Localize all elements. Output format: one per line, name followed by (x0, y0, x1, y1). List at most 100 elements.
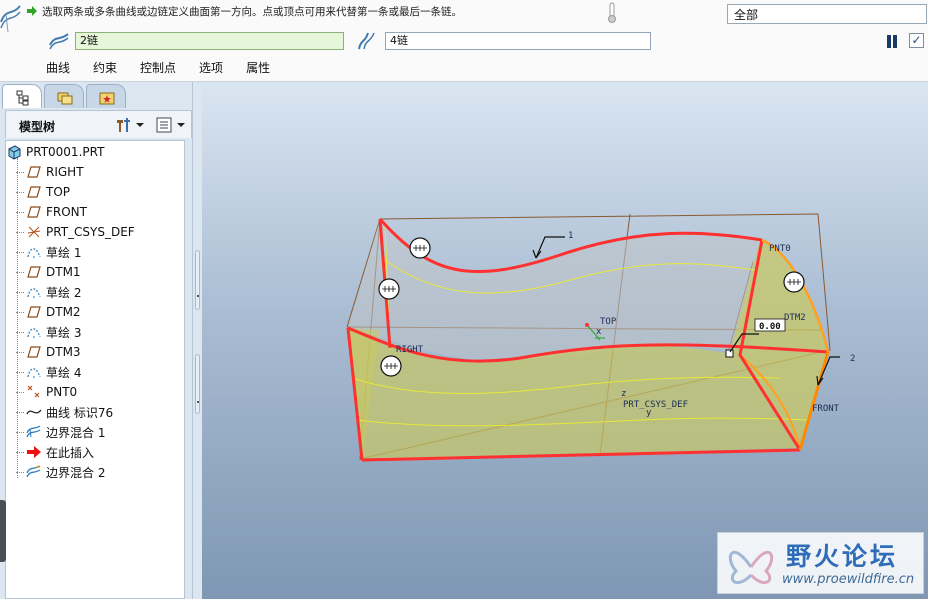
tree-item-label: 边界混合 2 (46, 465, 106, 480)
tree-show-icon[interactable] (154, 116, 190, 134)
tree-connector (16, 412, 24, 413)
second-direction-icon[interactable] (356, 31, 378, 51)
splitter-dot (197, 401, 199, 403)
datum-plane-icon (27, 306, 41, 318)
tree-item[interactable]: PRT_CSYS_DEF (26, 222, 135, 242)
tree-connector (16, 312, 24, 313)
splitter-grip-bottom[interactable] (195, 354, 200, 414)
tree-item[interactable]: 在此插入 (26, 442, 94, 462)
tree-item-label: PRT0001.PRT (26, 145, 105, 159)
tree-item[interactable]: DTM2 (26, 302, 81, 322)
chain-label-2: 2 (850, 354, 855, 364)
tree-connector (16, 372, 24, 373)
datum-point-icon (27, 385, 40, 398)
tree-connector (17, 158, 18, 478)
part-icon (8, 145, 21, 160)
tree-settings-tools-icon[interactable] (114, 116, 146, 134)
csys-z-label: z (621, 389, 626, 399)
model-viewport[interactable]: 1 2 PNT0 DTM2 TOP RIGHT FRONT PRT_CSYS_D… (202, 82, 928, 599)
right-label: RIGHT (396, 345, 424, 355)
tree-item-label: DTM3 (46, 345, 81, 359)
side-handle[interactable] (0, 500, 6, 562)
feature-dashboard: 选取两条或多条曲线或边链定义曲面第一方向。点或顶点可用来代替第一条或最后一条链。… (0, 0, 928, 82)
butterfly-logo (728, 550, 774, 585)
favorites-icon (99, 92, 115, 105)
tree-item[interactable]: 草绘 2 (26, 282, 81, 302)
navigator-tabs (2, 84, 128, 108)
tab-favorites[interactable] (86, 84, 126, 108)
sketch-icon (27, 248, 41, 258)
tree-item-label: 曲线 标识76 (46, 405, 114, 420)
second-direction-collector[interactable]: 4链 (385, 32, 651, 50)
pnt0-label: PNT0 (769, 244, 791, 254)
datum-plane-icon (27, 346, 41, 358)
tree-item[interactable]: 边界混合 1 (26, 422, 105, 442)
tree-item-label: PRT_CSYS_DEF (46, 225, 135, 239)
tree-item-label: 草绘 4 (46, 365, 82, 380)
datum-plane-icon (27, 166, 41, 178)
prompt-arrow-icon (27, 6, 37, 16)
tree-connector (16, 352, 24, 353)
tree-item-label: FRONT (46, 205, 87, 219)
chain-label-1: 1 (568, 231, 573, 241)
tree-connector (16, 192, 24, 193)
datum-plane-icon (27, 186, 41, 198)
tree-item-label: PNT0 (46, 385, 78, 399)
tree-item[interactable]: FRONT (26, 202, 87, 222)
ok-checkmark-icon[interactable]: ✓ (909, 33, 924, 48)
tree-item[interactable]: 草绘 1 (26, 242, 81, 262)
tree-item[interactable]: DTM3 (26, 342, 81, 362)
tree-item-label: RIGHT (46, 165, 84, 179)
tab-curves[interactable]: 曲线 (46, 59, 70, 76)
tree-item[interactable]: 草绘 4 (26, 362, 81, 382)
sketch-icon (27, 328, 41, 338)
dimension-value[interactable]: 0.00 (759, 322, 781, 332)
dashboard-tabs: 曲线 约束 控制点 选项 属性 (46, 59, 293, 76)
tab-options[interactable]: 选项 (199, 59, 223, 76)
pause-icon[interactable] (886, 35, 898, 48)
tree-item-label: TOP (46, 185, 71, 199)
thermometer-icon (608, 2, 616, 23)
tree-item[interactable]: PNT0 (26, 382, 77, 402)
csys-x-label: x (596, 327, 602, 337)
front-label: FRONT (812, 404, 840, 414)
graphics-window[interactable]: 1 2 PNT0 DTM2 TOP RIGHT FRONT PRT_CSYS_D… (202, 82, 928, 599)
boundary-blend-new-icon: * (26, 464, 41, 478)
boundary-blend-icon (26, 425, 41, 438)
csys-icon (27, 226, 41, 238)
tree-item[interactable]: * 边界混合 2 (26, 462, 105, 482)
panel-splitter[interactable] (192, 82, 202, 599)
tree-item[interactable]: 曲线 标识76 (26, 402, 113, 422)
sketch-icon (27, 368, 41, 378)
tree-connector (16, 392, 24, 393)
splitter-dot (197, 295, 199, 297)
insert-here-arrow-icon (27, 446, 41, 458)
tree-item[interactable]: TOP (26, 182, 70, 202)
csys-y-label: y (646, 408, 652, 418)
tree-connector (16, 292, 24, 293)
first-direction-icon[interactable] (48, 31, 70, 51)
curve-icon (26, 409, 42, 415)
tree-connector (16, 272, 24, 273)
prompt-text: 选取两条或多条曲线或边链定义曲面第一方向。点或顶点可用来代替第一条或最后一条链。 (42, 5, 462, 18)
tree-item-label: 草绘 3 (46, 325, 82, 340)
watermark-url: www.proewildfire.cn (782, 572, 915, 587)
tab-constraints[interactable]: 约束 (93, 59, 117, 76)
tree-item[interactable]: 草绘 3 (26, 322, 81, 342)
model-tree-title: 模型树 (19, 120, 56, 134)
tree-item[interactable]: DTM1 (26, 262, 81, 282)
tree-item[interactable]: PRT0001.PRT (6, 142, 104, 162)
svg-text:*: * (36, 464, 40, 473)
tree-connector (16, 252, 24, 253)
tab-folder-browser[interactable] (44, 84, 84, 108)
tab-properties[interactable]: 属性 (246, 59, 270, 76)
tab-model-tree[interactable] (2, 84, 42, 108)
tree-item-label: 在此插入 (46, 445, 95, 460)
first-direction-collector[interactable]: 2链 (75, 32, 344, 50)
selection-filter-select[interactable]: 全部 (727, 4, 927, 24)
csys-label: PRT_CSYS_DEF (623, 400, 688, 410)
tree-item[interactable]: RIGHT (26, 162, 84, 182)
boundary-blend-icon (0, 5, 21, 33)
tab-control-points[interactable]: 控制点 (140, 59, 176, 76)
splitter-grip-top[interactable] (195, 250, 200, 310)
